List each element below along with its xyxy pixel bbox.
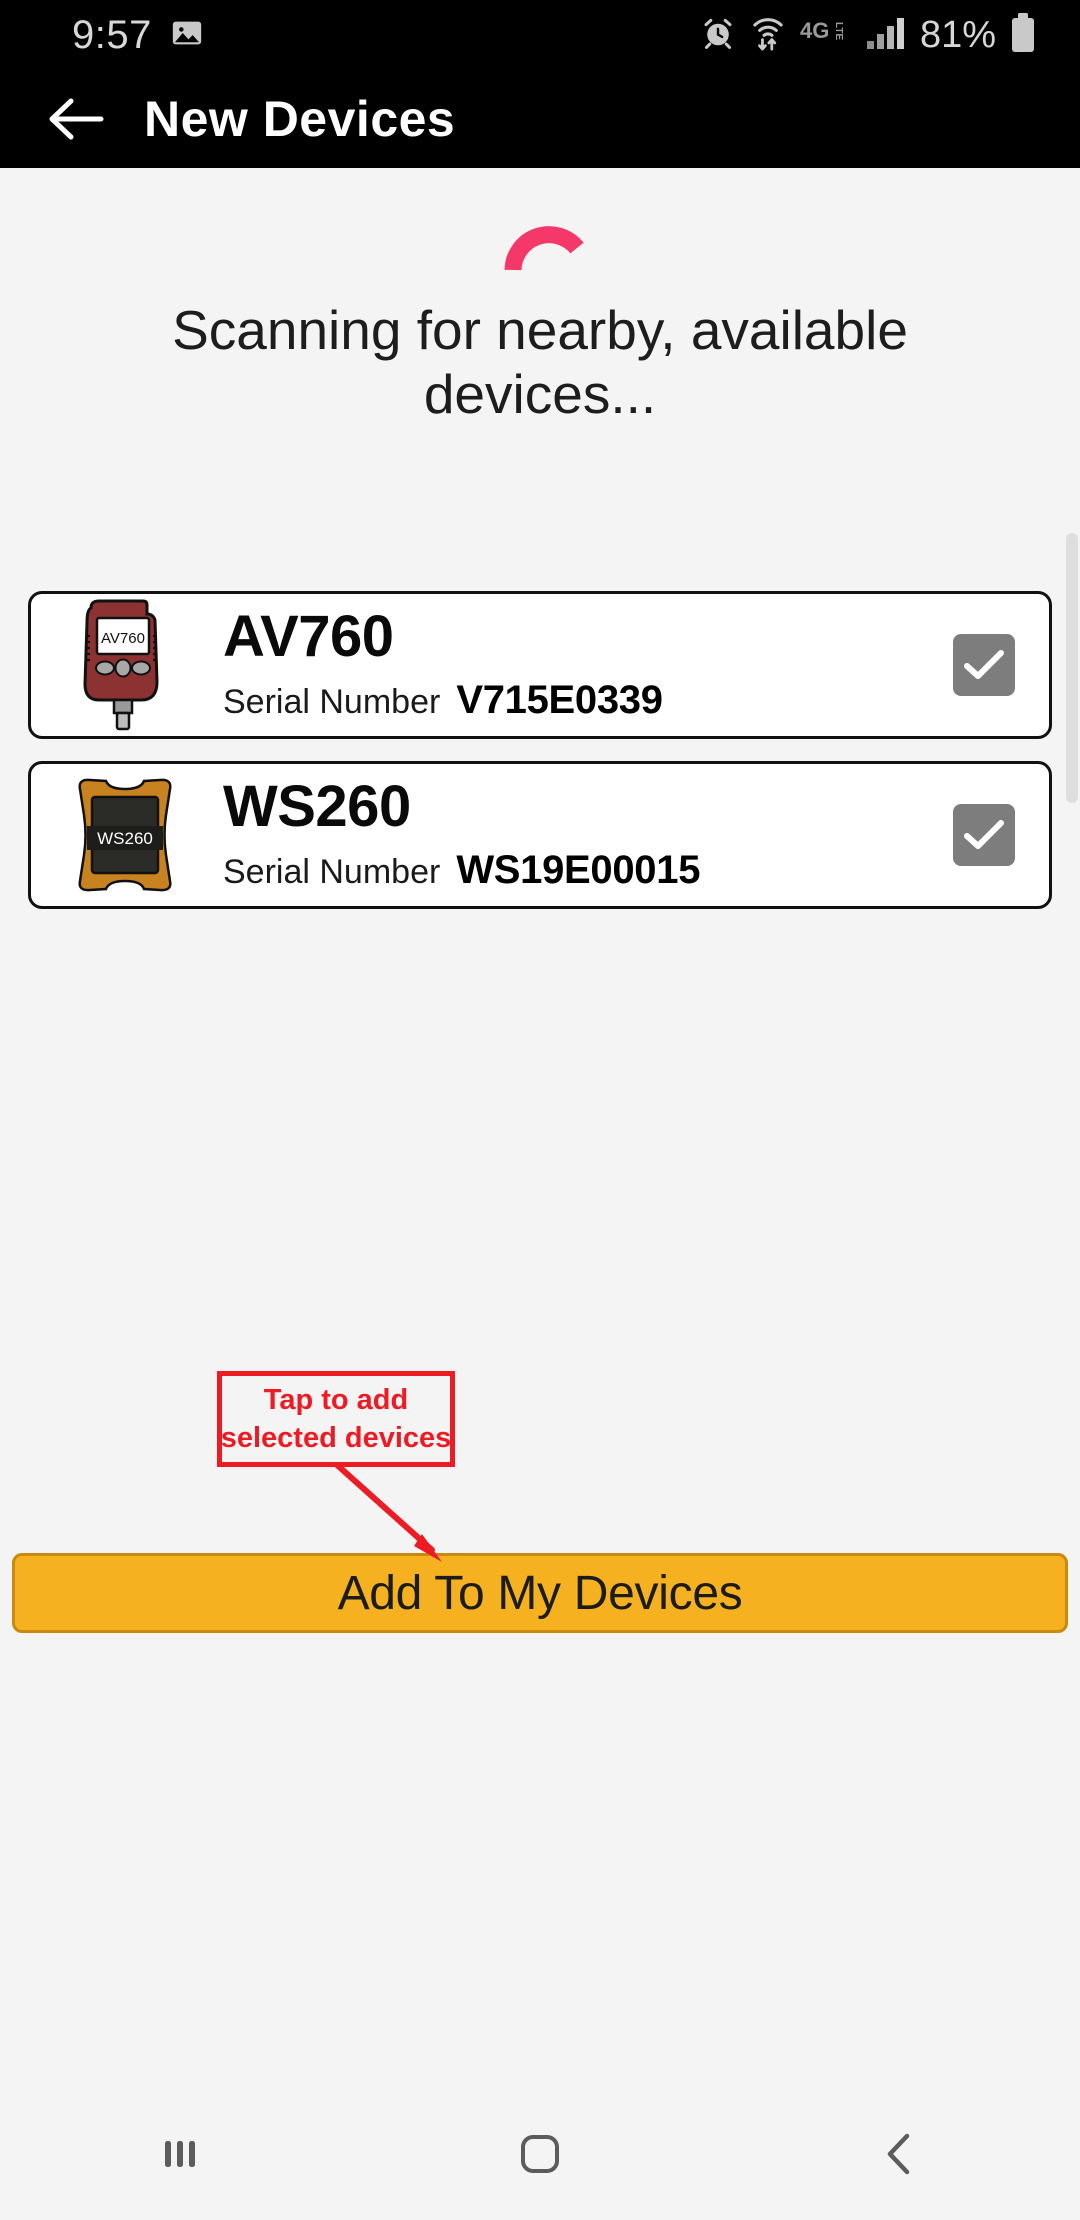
add-to-my-devices-button[interactable]: Add To My Devices <box>12 1553 1068 1633</box>
check-icon <box>964 650 1004 679</box>
device-serial-row: Serial Number V715E0339 <box>223 678 943 723</box>
nav-home-button[interactable] <box>450 2088 630 2220</box>
status-bar-icons: 4G LTE 81% <box>700 12 1036 58</box>
svg-text:LTE: LTE <box>833 22 844 40</box>
serial-number-value: WS19E00015 <box>456 847 701 892</box>
annotation-line-2: selected devices <box>220 1422 452 1454</box>
back-arrow-icon <box>49 98 104 140</box>
recents-icon <box>165 2141 195 2167</box>
device-card-av760[interactable]: AV760 AV760 Serial Number V715E0339 <box>28 591 1052 739</box>
scrollbar-thumb[interactable] <box>1066 533 1078 803</box>
annotation-line-1: Tap to add <box>263 1383 409 1416</box>
wifi-icon <box>750 14 786 57</box>
system-nav-bar <box>0 2088 1080 2220</box>
photo-icon <box>170 16 204 55</box>
app-bar: New Devices <box>0 70 1080 168</box>
loading-spinner-icon <box>504 226 584 271</box>
svg-text:WS260: WS260 <box>97 829 153 848</box>
check-icon <box>964 820 1004 849</box>
main-content: Scanning for nearby, available devices..… <box>0 168 1080 2088</box>
serial-number-value: V715E0339 <box>456 677 663 722</box>
nav-recents-button[interactable] <box>90 2088 270 2220</box>
alarm-icon <box>700 15 736 56</box>
nav-back-button[interactable] <box>810 2088 990 2220</box>
status-bar-clock: 9:57 <box>72 12 152 57</box>
ws260-tablet-icon: WS260 <box>49 764 201 906</box>
svg-text:4G: 4G <box>800 18 829 43</box>
av760-gauge-icon: AV760 <box>49 594 201 736</box>
signal-icon <box>866 16 906 55</box>
annotation-callout: Tap to add selected devices <box>217 1371 455 1467</box>
device-serial-row: Serial Number WS19E00015 <box>223 848 943 893</box>
serial-number-label: Serial Number <box>223 852 441 891</box>
phone-screen: 9:57 4G LTE 81% New Devices Scanning for… <box>0 0 1080 2220</box>
device-list: AV760 AV760 Serial Number V715E0339 WS26… <box>0 591 1080 931</box>
battery-icon <box>1010 12 1036 58</box>
device-checkbox[interactable] <box>953 634 1015 696</box>
device-info: AV760 Serial Number V715E0339 <box>201 603 953 723</box>
device-name: AV760 <box>223 603 394 669</box>
device-checkbox[interactable] <box>953 804 1015 866</box>
battery-percent-label: 81% <box>919 13 996 56</box>
4glte-icon: 4G LTE <box>800 16 852 55</box>
device-info: WS260 Serial Number WS19E00015 <box>201 773 953 893</box>
device-name: WS260 <box>223 773 411 839</box>
svg-text:AV760: AV760 <box>101 630 145 647</box>
scanning-spinner-wrap <box>0 190 1080 300</box>
page-title: New Devices <box>144 91 456 147</box>
device-card-ws260[interactable]: WS260 WS260 Serial Number WS19E00015 <box>28 761 1052 909</box>
back-button[interactable] <box>28 70 124 168</box>
scanning-status-text: Scanning for nearby, available devices..… <box>172 299 908 426</box>
home-icon <box>521 2135 559 2173</box>
annotation-arrow <box>333 1461 442 1562</box>
back-icon <box>887 2133 910 2175</box>
serial-number-label: Serial Number <box>223 682 441 721</box>
status-bar: 9:57 4G LTE 81% <box>0 0 1080 70</box>
